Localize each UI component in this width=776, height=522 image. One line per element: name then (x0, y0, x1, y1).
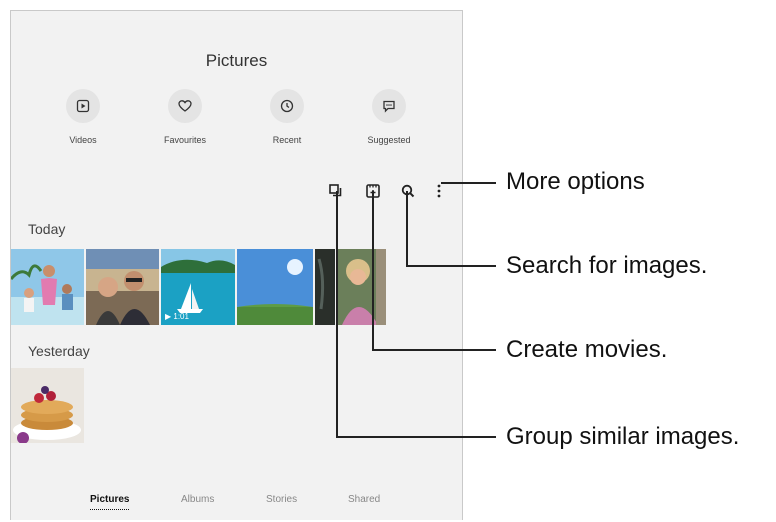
callout-line-create-vertical (372, 191, 374, 351)
callout-create-movies: Create movies. (506, 336, 668, 363)
more-options-icon[interactable] (429, 181, 449, 201)
section-yesterday: Yesterday (28, 343, 90, 359)
gallery-screen: Pictures Videos Favourites Recent Sugges… (10, 10, 463, 520)
thumbnail-photo[interactable] (11, 249, 84, 325)
page-title: Pictures (205, 51, 268, 70)
quick-recent[interactable]: Recent (247, 89, 327, 145)
quick-suggested[interactable]: Suggested (349, 89, 429, 145)
callout-line-create-horizontal (372, 349, 496, 351)
video-icon (66, 89, 100, 123)
thumbnail-photo[interactable] (315, 249, 335, 325)
nav-pictures[interactable]: Pictures (90, 494, 130, 510)
thumbnail-video[interactable]: ▶ 1:01 (161, 249, 235, 325)
callout-line-group-horizontal (336, 436, 496, 438)
quick-videos[interactable]: Videos (43, 89, 123, 145)
quick-favourites-label: Favourites (163, 135, 207, 145)
callout-group-similar: Group similar images. (506, 423, 740, 450)
nav-albums[interactable]: Albums (181, 494, 214, 505)
video-duration: 1:01 (173, 312, 189, 321)
quick-videos-label: Videos (69, 135, 97, 145)
heart-icon (168, 89, 202, 123)
section-today: Today (28, 221, 66, 237)
callout-line-group-vertical (336, 191, 338, 438)
thumbnail-photo[interactable] (11, 368, 84, 443)
quick-recent-label: Recent (272, 135, 302, 145)
thumbnail-photo[interactable] (237, 249, 313, 325)
quick-suggested-label: Suggested (367, 135, 411, 145)
quick-favourites[interactable]: Favourites (145, 89, 225, 145)
thumbnail-photo[interactable] (86, 249, 159, 325)
callout-line-search-horizontal (406, 265, 496, 267)
nav-shared[interactable]: Shared (348, 494, 380, 505)
callout-search: Search for images. (506, 252, 708, 279)
suggest-chat-icon (372, 89, 406, 123)
search-icon[interactable] (398, 181, 418, 201)
callout-more-options: More options (506, 168, 645, 195)
callout-line-more-options (441, 182, 496, 184)
nav-stories[interactable]: Stories (266, 494, 297, 505)
thumbnail-photo[interactable] (338, 249, 386, 325)
clock-icon (270, 89, 304, 123)
video-duration-badge: ▶ 1:01 (165, 312, 189, 321)
callout-line-search-vertical (406, 191, 408, 267)
